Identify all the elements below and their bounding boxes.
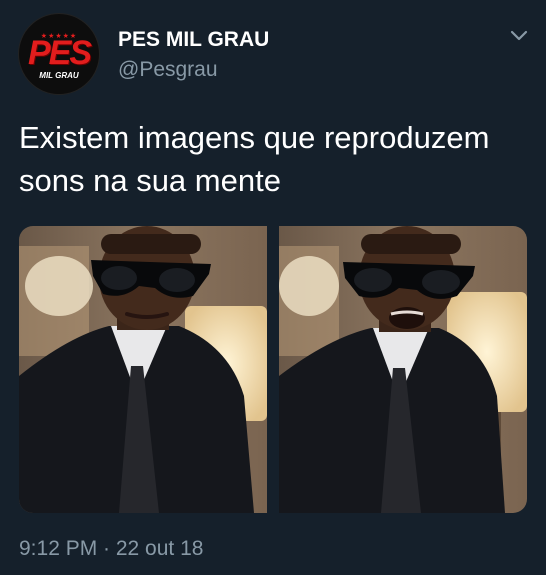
chevron-down-icon[interactable]: [508, 26, 530, 44]
user-handle[interactable]: @Pesgrau: [118, 58, 218, 82]
avatar-logo-text: PES: [27, 34, 92, 72]
avatar[interactable]: ★★★★★ PES MIL GRAU: [19, 14, 99, 94]
avatar-logo-subtext: MIL GRAU: [39, 71, 79, 80]
media-image-right[interactable]: [279, 226, 527, 513]
tweet-text: Existem imagens que reproduzem sons na s…: [19, 120, 490, 198]
media-image-left[interactable]: [19, 226, 267, 513]
tweet-timestamp[interactable]: 9:12 PM · 22 out 18: [19, 537, 203, 561]
display-name[interactable]: PES MIL GRAU: [118, 28, 269, 52]
